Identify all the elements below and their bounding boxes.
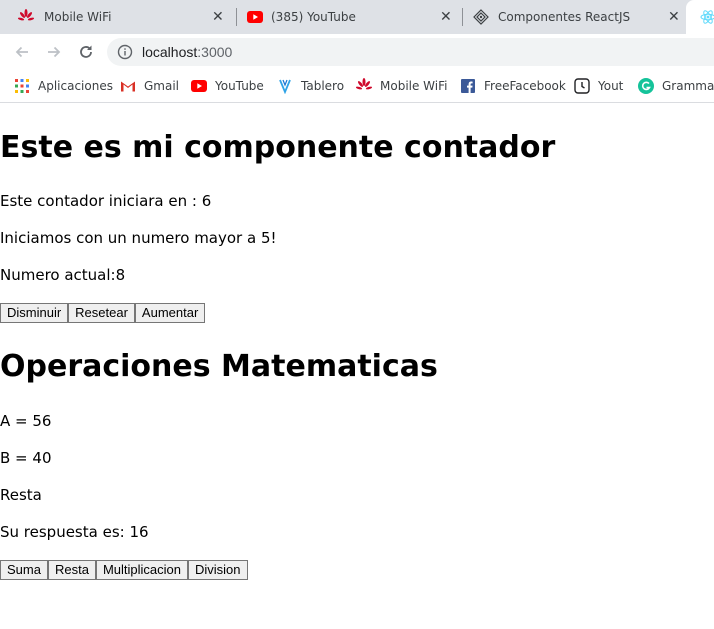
back-arrow-icon[interactable] (12, 42, 32, 62)
math-operation-label: Resta (0, 486, 42, 504)
counter-button-row: Disminuir Resetear Aumentar (0, 303, 206, 323)
decrease-button[interactable]: Disminuir (0, 303, 69, 323)
bookmark-label: FreeFacebook (484, 79, 566, 93)
math-answer: Su respuesta es: 16 (0, 523, 149, 541)
bookmark-label: YouTube (215, 79, 264, 93)
multiply-button[interactable]: Multiplicacion (95, 560, 188, 580)
math-heading: Operaciones Matematicas (0, 349, 438, 384)
counter-heading: Este es mi componente contador (0, 130, 556, 165)
bookmark-label: Gmail (144, 79, 180, 93)
bookmark-label: Aplicaciones (38, 79, 113, 93)
tab-close-icon[interactable]: ✕ (668, 10, 680, 24)
math-b-value: B = 40 (0, 449, 52, 467)
bookmark-label: Mobile WiFi (380, 79, 448, 93)
tab-title: (385) YouTube (271, 10, 356, 24)
bookmark-yout[interactable]: Yout (574, 76, 623, 96)
tab-close-icon[interactable]: ✕ (440, 10, 452, 24)
huawei-icon (17, 9, 35, 25)
counter-message: Iniciamos con un numero mayor a 5! (0, 229, 277, 247)
apps-grid-icon (14, 78, 30, 94)
url-host: localhost (142, 44, 198, 60)
clock-icon (574, 78, 590, 94)
math-a-value: A = 56 (0, 412, 52, 430)
tab-title: Componentes ReactJS (498, 10, 631, 24)
bookmark-aplicaciones[interactable]: Aplicaciones (14, 76, 113, 96)
youtube-icon (191, 78, 207, 94)
bookmark-gmail[interactable]: Gmail (120, 76, 179, 96)
bookmark-youtube[interactable]: YouTube (191, 76, 264, 96)
tablero-icon (277, 78, 293, 94)
url-text: localhost:3000 (142, 44, 232, 60)
tab-youtube[interactable]: (385) YouTube ✕ (237, 0, 462, 34)
reload-icon[interactable] (76, 42, 96, 62)
facebook-icon (460, 78, 476, 94)
counter-current-value: Numero actual:8 (0, 266, 126, 284)
tab-componentes-reactjs[interactable]: Componentes ReactJS ✕ (463, 0, 685, 34)
forward-arrow-icon[interactable] (44, 42, 64, 62)
react-icon (473, 9, 489, 25)
reset-button[interactable]: Resetear (68, 303, 135, 323)
increase-button[interactable]: Aumentar (134, 303, 206, 323)
bookmark-tablero[interactable]: Tablero (277, 76, 344, 96)
site-info-icon[interactable] (117, 44, 133, 64)
math-button-row: Suma Resta Multiplicacion Division (0, 560, 248, 580)
page-content: Este es mi componente contador Este cont… (0, 103, 714, 629)
grammarly-icon (638, 78, 654, 94)
bookmark-mobile-wifi[interactable]: Mobile WiFi (356, 76, 447, 96)
subtract-button[interactable]: Resta (47, 560, 96, 580)
counter-initial-text: Este contador iniciara en : 6 (0, 192, 212, 210)
browser-toolbar: localhost:3000 (0, 34, 714, 70)
bookmarks-bar: Aplicaciones Gmail YouTube Tablero Mobil… (0, 70, 714, 103)
bookmark-label: Grammarl (662, 79, 714, 93)
tab-mobile-wifi[interactable]: Mobile WiFi ✕ (0, 0, 236, 34)
youtube-icon (247, 11, 263, 23)
tab-strip: Mobile WiFi ✕ (385) YouTube ✕ Componente… (0, 0, 714, 34)
tab-close-icon[interactable]: ✕ (212, 10, 224, 24)
tab-active-partial[interactable] (686, 0, 714, 34)
divide-button[interactable]: Division (187, 560, 248, 580)
huawei-icon (356, 78, 372, 94)
bookmark-grammarly[interactable]: Grammarl (638, 76, 714, 96)
address-bar[interactable]: localhost:3000 (107, 38, 714, 66)
tab-title: Mobile WiFi (44, 10, 112, 24)
react-atom-icon (700, 9, 714, 25)
gmail-icon (120, 78, 136, 94)
bookmark-label: Yout (598, 79, 624, 93)
sum-button[interactable]: Suma (0, 560, 48, 580)
url-port: :3000 (197, 44, 233, 60)
bookmark-label: Tablero (301, 79, 345, 93)
bookmark-freefacebook[interactable]: FreeFacebook (460, 76, 566, 96)
